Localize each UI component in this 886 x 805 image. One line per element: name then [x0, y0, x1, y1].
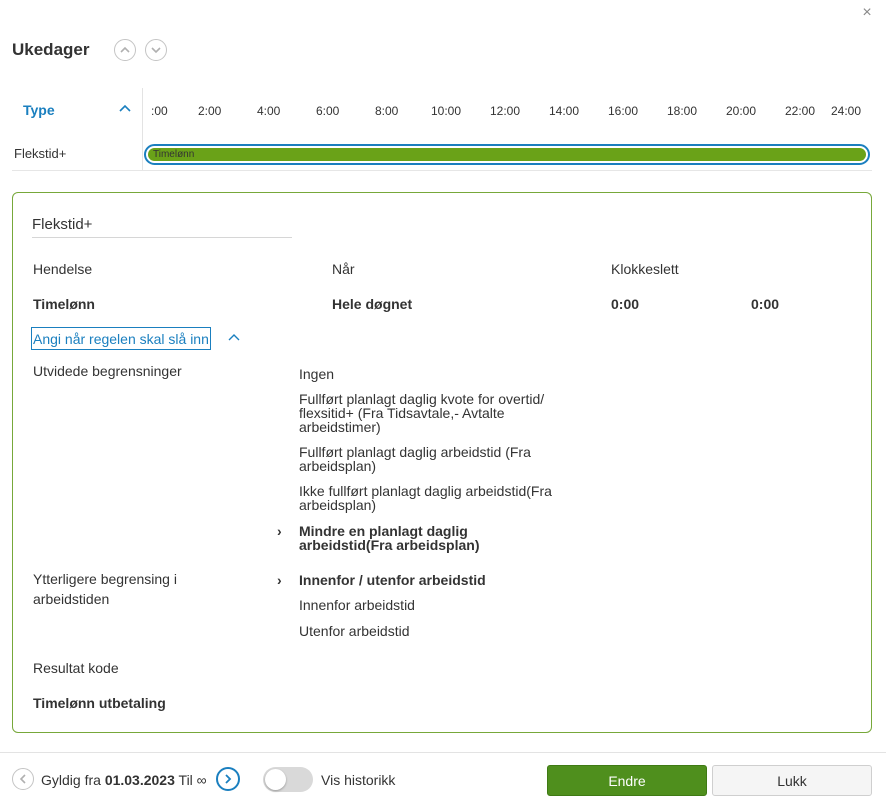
time-tick: 14:00	[549, 104, 580, 118]
time-tick: 16:00	[608, 104, 639, 118]
toggle-knob	[265, 769, 286, 790]
next-down-button[interactable]	[145, 39, 167, 61]
previous-period-button[interactable]	[12, 768, 34, 790]
chevron-right-icon: ›	[277, 572, 282, 588]
previous-up-button[interactable]	[114, 39, 136, 61]
valid-prefix: Gyldig fra	[41, 772, 101, 788]
edit-button[interactable]: Endre	[547, 765, 707, 796]
timeline-row-label: Flekstid+	[14, 146, 67, 161]
timeline-divider	[142, 88, 143, 170]
chevron-up-icon[interactable]	[118, 102, 132, 116]
time-tick: 2:00	[198, 104, 222, 118]
time-tick: 10:00	[431, 104, 462, 118]
row-divider	[12, 170, 872, 171]
valid-suffix: Til ∞	[178, 772, 207, 788]
event-value: Timelønn	[33, 296, 95, 312]
time-tick: 20:00	[726, 104, 757, 118]
timeline-bar[interactable]	[148, 148, 866, 161]
time-from-value: 0:00	[611, 296, 640, 312]
footer-divider	[0, 752, 886, 753]
chevron-up-icon[interactable]	[228, 332, 240, 344]
time-tick: 18:00	[667, 104, 698, 118]
time-tick: 8:00	[375, 104, 399, 118]
time-tick: :00	[151, 104, 168, 118]
time-tick: 12:00	[490, 104, 521, 118]
history-toggle[interactable]	[263, 767, 313, 792]
chevron-left-icon	[19, 774, 26, 784]
time-to-value: 0:00	[751, 296, 780, 312]
result-code-label: Resultat kode	[33, 660, 119, 676]
timeline-bar-label: Timelønn	[153, 149, 195, 160]
time-tick: 24:00	[831, 104, 862, 118]
dialog-title: Ukedager	[12, 40, 90, 59]
further-restriction-label: Ytterligere begrensing i arbeidstiden	[33, 571, 177, 607]
time-tick: 6:00	[316, 104, 340, 118]
chevron-right-icon	[225, 774, 232, 784]
further-option[interactable]: Utenfor arbeidstid	[299, 624, 559, 638]
result-code-value: Timelønn utbetaling	[33, 695, 166, 711]
extended-option[interactable]: Ingen	[299, 367, 559, 381]
chevron-right-icon: ›	[277, 523, 282, 539]
chevron-down-icon	[151, 47, 161, 54]
card-title: Flekstid+	[32, 216, 93, 233]
extended-option[interactable]: Ikke fullført planlagt daglig arbeidstid…	[299, 484, 559, 512]
extended-option[interactable]: Fullført planlagt daglig arbeidstid (Fra…	[299, 445, 559, 473]
further-option[interactable]: Innenfor arbeidstid	[299, 598, 559, 612]
close-button[interactable]: Lukk	[712, 765, 872, 796]
extended-restrictions-label: Utvidede begrensninger	[33, 363, 182, 379]
event-header: Hendelse	[33, 261, 93, 277]
when-value: Hele døgnet	[332, 296, 413, 312]
extended-option[interactable]: Fullført planlagt daglig kvote for overt…	[299, 392, 559, 434]
chevron-up-icon	[120, 46, 130, 53]
validity-text: Gyldig fra 01.03.2023 Til ∞	[41, 772, 207, 788]
time-tick: 22:00	[785, 104, 816, 118]
history-label: Vis historikk	[321, 772, 396, 788]
extended-option-selected[interactable]: Mindre en planlagt daglig arbeidstid(Fra…	[299, 524, 559, 552]
close-icon[interactable]: ×	[858, 4, 876, 22]
next-period-button[interactable]	[216, 767, 240, 791]
title-underline	[32, 237, 292, 238]
type-column-header[interactable]: Type	[23, 102, 55, 118]
time-header: Klokkeslett	[611, 261, 679, 277]
rule-trigger-link[interactable]: Angi når regelen skal slå inn	[31, 327, 211, 350]
further-option-selected[interactable]: Innenfor / utenfor arbeidstid	[299, 573, 559, 587]
valid-date: 01.03.2023	[104, 772, 175, 788]
when-header: Når	[332, 261, 355, 277]
time-tick: 4:00	[257, 104, 281, 118]
